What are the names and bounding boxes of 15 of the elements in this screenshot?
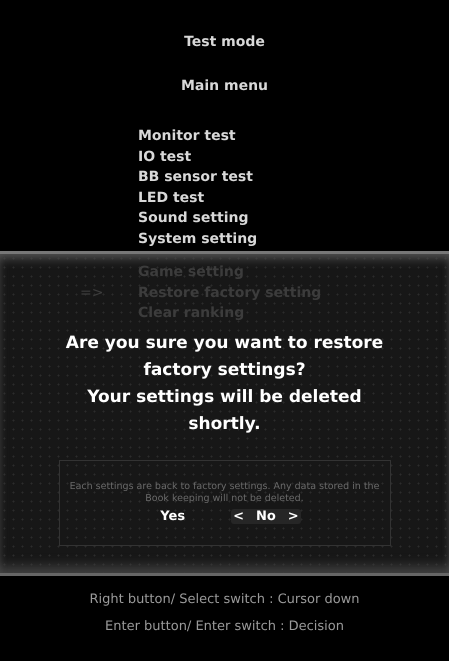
menu-item[interactable]: LED test: [80, 188, 204, 208]
dialog-message: Are you sure you want to restore factory settings?: [64, 332, 384, 382]
choice-option[interactable]: Yes: [148, 509, 198, 524]
help-text: Enter button/ Enter switch : Decision: [105, 619, 344, 634]
help-text: Right button/ Select switch : Cursor down: [89, 592, 360, 607]
menu-item[interactable]: Monitor test: [80, 126, 236, 146]
dialog-note: Each settings are back to factory settings. Any data stored in the Book keeping will not be deleted.: [70, 481, 380, 505]
choice-option[interactable]: < No >: [231, 509, 301, 524]
menu-heading: Main menu: [180, 78, 268, 94]
menu-item[interactable]: System setting: [80, 228, 258, 249]
menu-item[interactable]: IO test: [80, 146, 192, 167]
screen-title: Test mode: [184, 34, 265, 50]
menu-item[interactable]: Sound setting: [80, 208, 249, 228]
menu-item[interactable]: BB sensor test: [80, 167, 253, 188]
dialog-message: Your settings will be deleted shortly.: [86, 386, 363, 436]
